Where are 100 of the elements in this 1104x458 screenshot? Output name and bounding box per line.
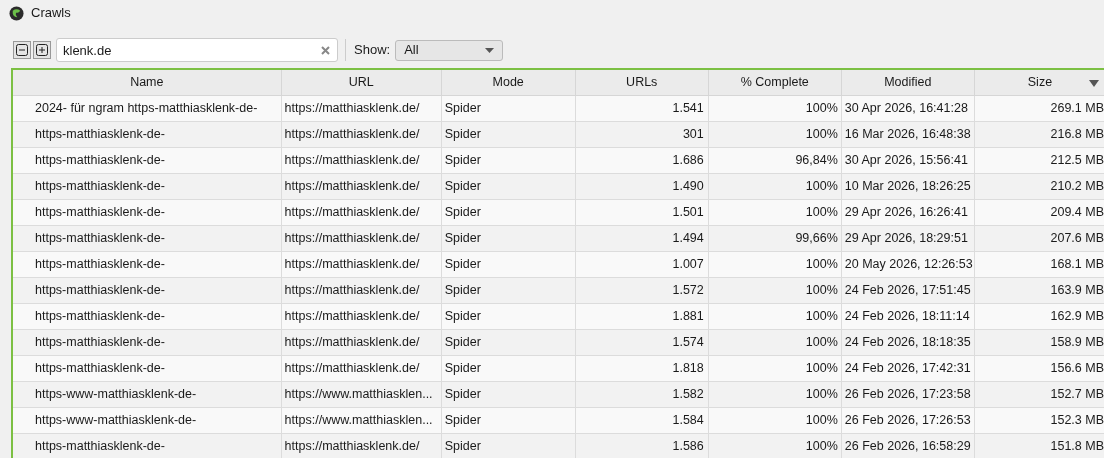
column-header[interactable]: URL: [281, 70, 442, 95]
table-cell: 1.572: [575, 277, 709, 303]
table-cell: https-matthiasklenk-de-: [13, 121, 282, 147]
table-cell: 100%: [708, 303, 842, 329]
table-cell: 96,84%: [708, 147, 842, 173]
table-cell: 158.9 MB: [974, 329, 1104, 355]
table-cell: Spider: [441, 303, 576, 329]
table-cell: 30 Apr 2026, 16:41:28: [841, 95, 975, 121]
table-cell: Spider: [441, 173, 576, 199]
table-cell: https-matthiasklenk-de-: [13, 199, 282, 225]
table-cell: https-www-matthiasklenk-de-: [13, 407, 282, 433]
table-cell: https-matthiasklenk-de-: [13, 173, 282, 199]
table-cell: Spider: [441, 433, 576, 458]
table-cell: 1.582: [575, 381, 709, 407]
table-cell: 24 Feb 2026, 17:51:45: [841, 277, 975, 303]
table-cell: 1.586: [575, 433, 709, 458]
table-cell: https://matthiasklenk.de/: [281, 95, 442, 121]
column-header[interactable]: Name: [13, 70, 282, 95]
table-cell: https-matthiasklenk-de-: [13, 355, 282, 381]
table-cell: 10 Mar 2026, 18:26:25: [841, 173, 975, 199]
table-cell: https://www.matthiasklen...: [281, 407, 442, 433]
table-cell: https://matthiasklenk.de/: [281, 147, 442, 173]
app-logo-icon: [9, 5, 24, 21]
collapse-all-button[interactable]: [13, 41, 31, 59]
table-cell: https://www.matthiasklen...: [281, 381, 442, 407]
table-cell: 26 Feb 2026, 16:58:29: [841, 433, 975, 458]
table-cell: Spider: [441, 355, 576, 381]
column-header[interactable]: Modified: [841, 70, 975, 95]
table-cell: 162.9 MB: [974, 303, 1104, 329]
table-cell: https-matthiasklenk-de-: [13, 251, 282, 277]
table-cell: https://matthiasklenk.de/: [281, 225, 442, 251]
table-cell: https://matthiasklenk.de/: [281, 173, 442, 199]
expand-all-button[interactable]: [33, 41, 51, 59]
table-cell: 216.8 MB: [974, 121, 1104, 147]
table-cell: https://matthiasklenk.de/: [281, 329, 442, 355]
table-cell: Spider: [441, 277, 576, 303]
minus-icon: [16, 44, 28, 56]
table-cell: Spider: [441, 199, 576, 225]
column-header[interactable]: Size: [974, 70, 1104, 95]
table-cell: https-matthiasklenk-de-: [13, 147, 282, 173]
table-cell: https://matthiasklenk.de/: [281, 355, 442, 381]
table-cell: 100%: [708, 173, 842, 199]
table-cell: 163.9 MB: [974, 277, 1104, 303]
caret-icon: [485, 47, 495, 53]
table-cell: 29 Apr 2026, 16:26:41: [841, 199, 975, 225]
table-cell: 16 Mar 2026, 16:48:38: [841, 121, 975, 147]
table-cell: 26 Feb 2026, 17:26:53: [841, 407, 975, 433]
table-cell: 151.8 MB: [974, 433, 1104, 458]
table-cell: 1.881: [575, 303, 709, 329]
table-cell: Spider: [441, 95, 576, 121]
table-cell: https-matthiasklenk-de-: [13, 225, 282, 251]
column-header[interactable]: % Complete: [708, 70, 842, 95]
table-cell: 100%: [708, 381, 842, 407]
table-cell: 99,66%: [708, 225, 842, 251]
table-cell: 100%: [708, 329, 842, 355]
table-cell: 210.2 MB: [974, 173, 1104, 199]
table-cell: Spider: [441, 251, 576, 277]
table-cell: Spider: [441, 381, 576, 407]
table-cell: 269.1 MB: [974, 95, 1104, 121]
table-cell: https-www-matthiasklenk-de-: [13, 381, 282, 407]
table-cell: 209.4 MB: [974, 199, 1104, 225]
table-cell: https-matthiasklenk-de-: [13, 303, 282, 329]
table-cell: 100%: [708, 277, 842, 303]
table-cell: https://matthiasklenk.de/: [281, 303, 442, 329]
table-cell: 152.7 MB: [974, 381, 1104, 407]
table-cell: https://matthiasklenk.de/: [281, 277, 442, 303]
table-cell: 24 Feb 2026, 18:11:14: [841, 303, 975, 329]
table-cell: Spider: [441, 147, 576, 173]
table-cell: Spider: [441, 407, 576, 433]
table-cell: 1.541: [575, 95, 709, 121]
table-cell: 1.494: [575, 225, 709, 251]
table-cell: https://matthiasklenk.de/: [281, 199, 442, 225]
plus-icon: [36, 44, 48, 56]
table-cell: 24 Feb 2026, 18:18:35: [841, 329, 975, 355]
search-field[interactable]: klenk.de: [56, 38, 338, 62]
table-cell: 30 Apr 2026, 15:56:41: [841, 147, 975, 173]
table-cell: https-matthiasklenk-de-: [13, 329, 282, 355]
table-cell: 156.6 MB: [974, 355, 1104, 381]
table-cell: 100%: [708, 251, 842, 277]
clear-icon[interactable]: [321, 46, 330, 55]
column-header[interactable]: URLs: [575, 70, 709, 95]
table-cell: https-matthiasklenk-de-: [13, 277, 282, 303]
table-cell: 1.490: [575, 173, 709, 199]
table-cell: https-matthiasklenk-de-: [13, 433, 282, 458]
table-cell: 100%: [708, 95, 842, 121]
table-cell: 2024- für ngram https-matthiasklenk-de-: [13, 95, 282, 121]
column-header[interactable]: Mode: [441, 70, 576, 95]
table-cell: 1.584: [575, 407, 709, 433]
table-cell: 29 Apr 2026, 18:29:51: [841, 225, 975, 251]
table-cell: Spider: [441, 329, 576, 355]
table-cell: 100%: [708, 121, 842, 147]
table-cell: 1.007: [575, 251, 709, 277]
table-cell: 1.501: [575, 199, 709, 225]
table-cell: 207.6 MB: [974, 225, 1104, 251]
table-cell: Spider: [441, 121, 576, 147]
window-title: Crawls: [31, 4, 71, 23]
table-cell: 212.5 MB: [974, 147, 1104, 173]
table-cell: 100%: [708, 433, 842, 458]
table-cell: 1.574: [575, 329, 709, 355]
show-dropdown[interactable]: All: [395, 39, 504, 61]
